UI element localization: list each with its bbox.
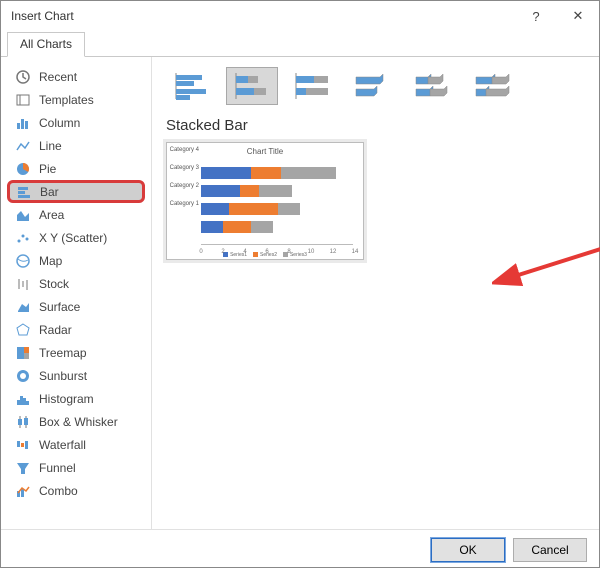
cancel-button[interactable]: Cancel [513, 538, 587, 562]
close-button[interactable]: ✕ [557, 1, 599, 31]
area-icon [15, 207, 31, 223]
annotation-arrow [492, 217, 600, 297]
pie-icon [15, 161, 31, 177]
sidebar-item-stock[interactable]: Stock [7, 272, 145, 295]
stacked-bar-3d-icon [410, 71, 454, 101]
preview-bars-area [201, 161, 353, 237]
preview-x-tick: 4 [243, 249, 246, 255]
sidebar-item-column[interactable]: Column [7, 111, 145, 134]
preview-x-tick: 6 [265, 249, 268, 255]
preview-x-tick: 10 [308, 249, 315, 255]
clustered-bar-icon [170, 71, 214, 101]
preview-x-axis [201, 244, 353, 245]
clustered-bar-3d-icon [350, 71, 394, 101]
sidebar-item-pie[interactable]: Pie [7, 157, 145, 180]
subtype-3d-stacked-bar[interactable] [406, 67, 458, 105]
sidebar-item-label: Bar [40, 185, 59, 199]
bar-icon [16, 184, 32, 200]
sidebar-item-sunburst[interactable]: Sunburst [7, 364, 145, 387]
sidebar-item-label: Surface [39, 300, 80, 314]
sidebar-item-treemap[interactable]: Treemap [7, 341, 145, 364]
waterfall-icon [15, 437, 31, 453]
combo-icon [15, 483, 31, 499]
funnel-icon [15, 460, 31, 476]
sidebar-item-radar[interactable]: Radar [7, 318, 145, 341]
recent-icon [15, 69, 31, 85]
sidebar-item-label: Column [39, 116, 80, 130]
titlebar: Insert Chart ? ✕ [1, 1, 599, 31]
subtype-3d-clustered-bar[interactable] [346, 67, 398, 105]
sidebar-item-waterfall[interactable]: Waterfall [7, 433, 145, 456]
help-button[interactable]: ? [515, 1, 557, 31]
sidebar-item-label: Area [39, 208, 64, 222]
tab-all-charts[interactable]: All Charts [7, 32, 85, 57]
sidebar-item-label: Histogram [39, 392, 94, 406]
sidebar-item-label: Radar [39, 323, 72, 337]
sidebar-item-label: X Y (Scatter) [39, 231, 107, 245]
preview-x-tick: 2 [221, 249, 224, 255]
preview-category-label: Category 2 [169, 183, 199, 189]
line-icon [15, 138, 31, 154]
sidebar-item-label: Waterfall [39, 438, 86, 452]
preview-x-tick: 14 [352, 249, 359, 255]
sidebar-item-label: Map [39, 254, 62, 268]
subtype-100-stacked-bar[interactable] [286, 67, 338, 105]
stock-icon [15, 276, 31, 292]
stacked-bar-icon [230, 71, 274, 101]
bar-subtype-row [166, 67, 585, 105]
histogram-icon [15, 391, 31, 407]
100-stacked-bar-3d-icon [470, 71, 514, 101]
treemap-icon [15, 345, 31, 361]
sidebar-item-label: Pie [39, 162, 56, 176]
sidebar-item-combo[interactable]: Combo [7, 479, 145, 502]
tabstrip: All Charts [1, 31, 599, 57]
subtype-3d-100-stacked-bar[interactable] [466, 67, 518, 105]
ok-button[interactable]: OK [431, 538, 505, 562]
preview-x-tick: 0 [199, 249, 202, 255]
sidebar-item-label: Box & Whisker [39, 415, 118, 429]
sidebar-item-label: Funnel [39, 461, 76, 475]
sunburst-icon [15, 368, 31, 384]
map-icon [15, 253, 31, 269]
sidebar-item-label: Combo [39, 484, 78, 498]
preview-category-label: Category 3 [169, 165, 199, 171]
100-stacked-bar-icon [290, 71, 334, 101]
sidebar-item-surface[interactable]: Surface [7, 295, 145, 318]
subtype-stacked-bar[interactable] [226, 67, 278, 105]
sidebar-item-label: Sunburst [39, 369, 87, 383]
sidebar-item-label: Stock [39, 277, 69, 291]
sidebar-item-boxwhisker[interactable]: Box & Whisker [7, 410, 145, 433]
chart-preview[interactable]: Chart Title Series1 Series2 Series3 Cate… [166, 142, 364, 260]
sidebar-item-label: Line [39, 139, 62, 153]
sidebar-item-histogram[interactable]: Histogram [7, 387, 145, 410]
sidebar-item-label: Recent [39, 70, 77, 84]
preview-x-tick: 8 [287, 249, 290, 255]
subtype-clustered-bar[interactable] [166, 67, 218, 105]
sidebar-item-label: Treemap [39, 346, 87, 360]
sidebar-item-funnel[interactable]: Funnel [7, 456, 145, 479]
dialog-footer: OK Cancel [1, 529, 599, 569]
surface-icon [15, 299, 31, 315]
column-icon [15, 115, 31, 131]
dialog-title: Insert Chart [11, 9, 74, 23]
insert-chart-dialog: Insert Chart ? ✕ All Charts Recent Templ… [0, 0, 600, 568]
main-panel: Stacked Bar Chart Title Series1 Series2 … [151, 57, 599, 529]
boxwhisker-icon [15, 414, 31, 430]
sidebar-item-bar[interactable]: Bar [7, 180, 145, 203]
sidebar-item-area[interactable]: Area [7, 203, 145, 226]
preview-category-label: Category 4 [169, 147, 199, 153]
preview-category-label: Category 1 [169, 201, 199, 207]
scatter-icon [15, 230, 31, 246]
sidebar-item-line[interactable]: Line [7, 134, 145, 157]
sidebar-item-label: Templates [39, 93, 94, 107]
preview-x-tick: 12 [330, 249, 337, 255]
chart-category-sidebar: Recent Templates Column Line Pie Bar [1, 57, 151, 529]
sidebar-item-recent[interactable]: Recent [7, 65, 145, 88]
sidebar-item-map[interactable]: Map [7, 249, 145, 272]
section-title: Stacked Bar [166, 117, 585, 134]
sidebar-item-templates[interactable]: Templates [7, 88, 145, 111]
sidebar-item-scatter[interactable]: X Y (Scatter) [7, 226, 145, 249]
radar-icon [15, 322, 31, 338]
templates-icon [15, 92, 31, 108]
